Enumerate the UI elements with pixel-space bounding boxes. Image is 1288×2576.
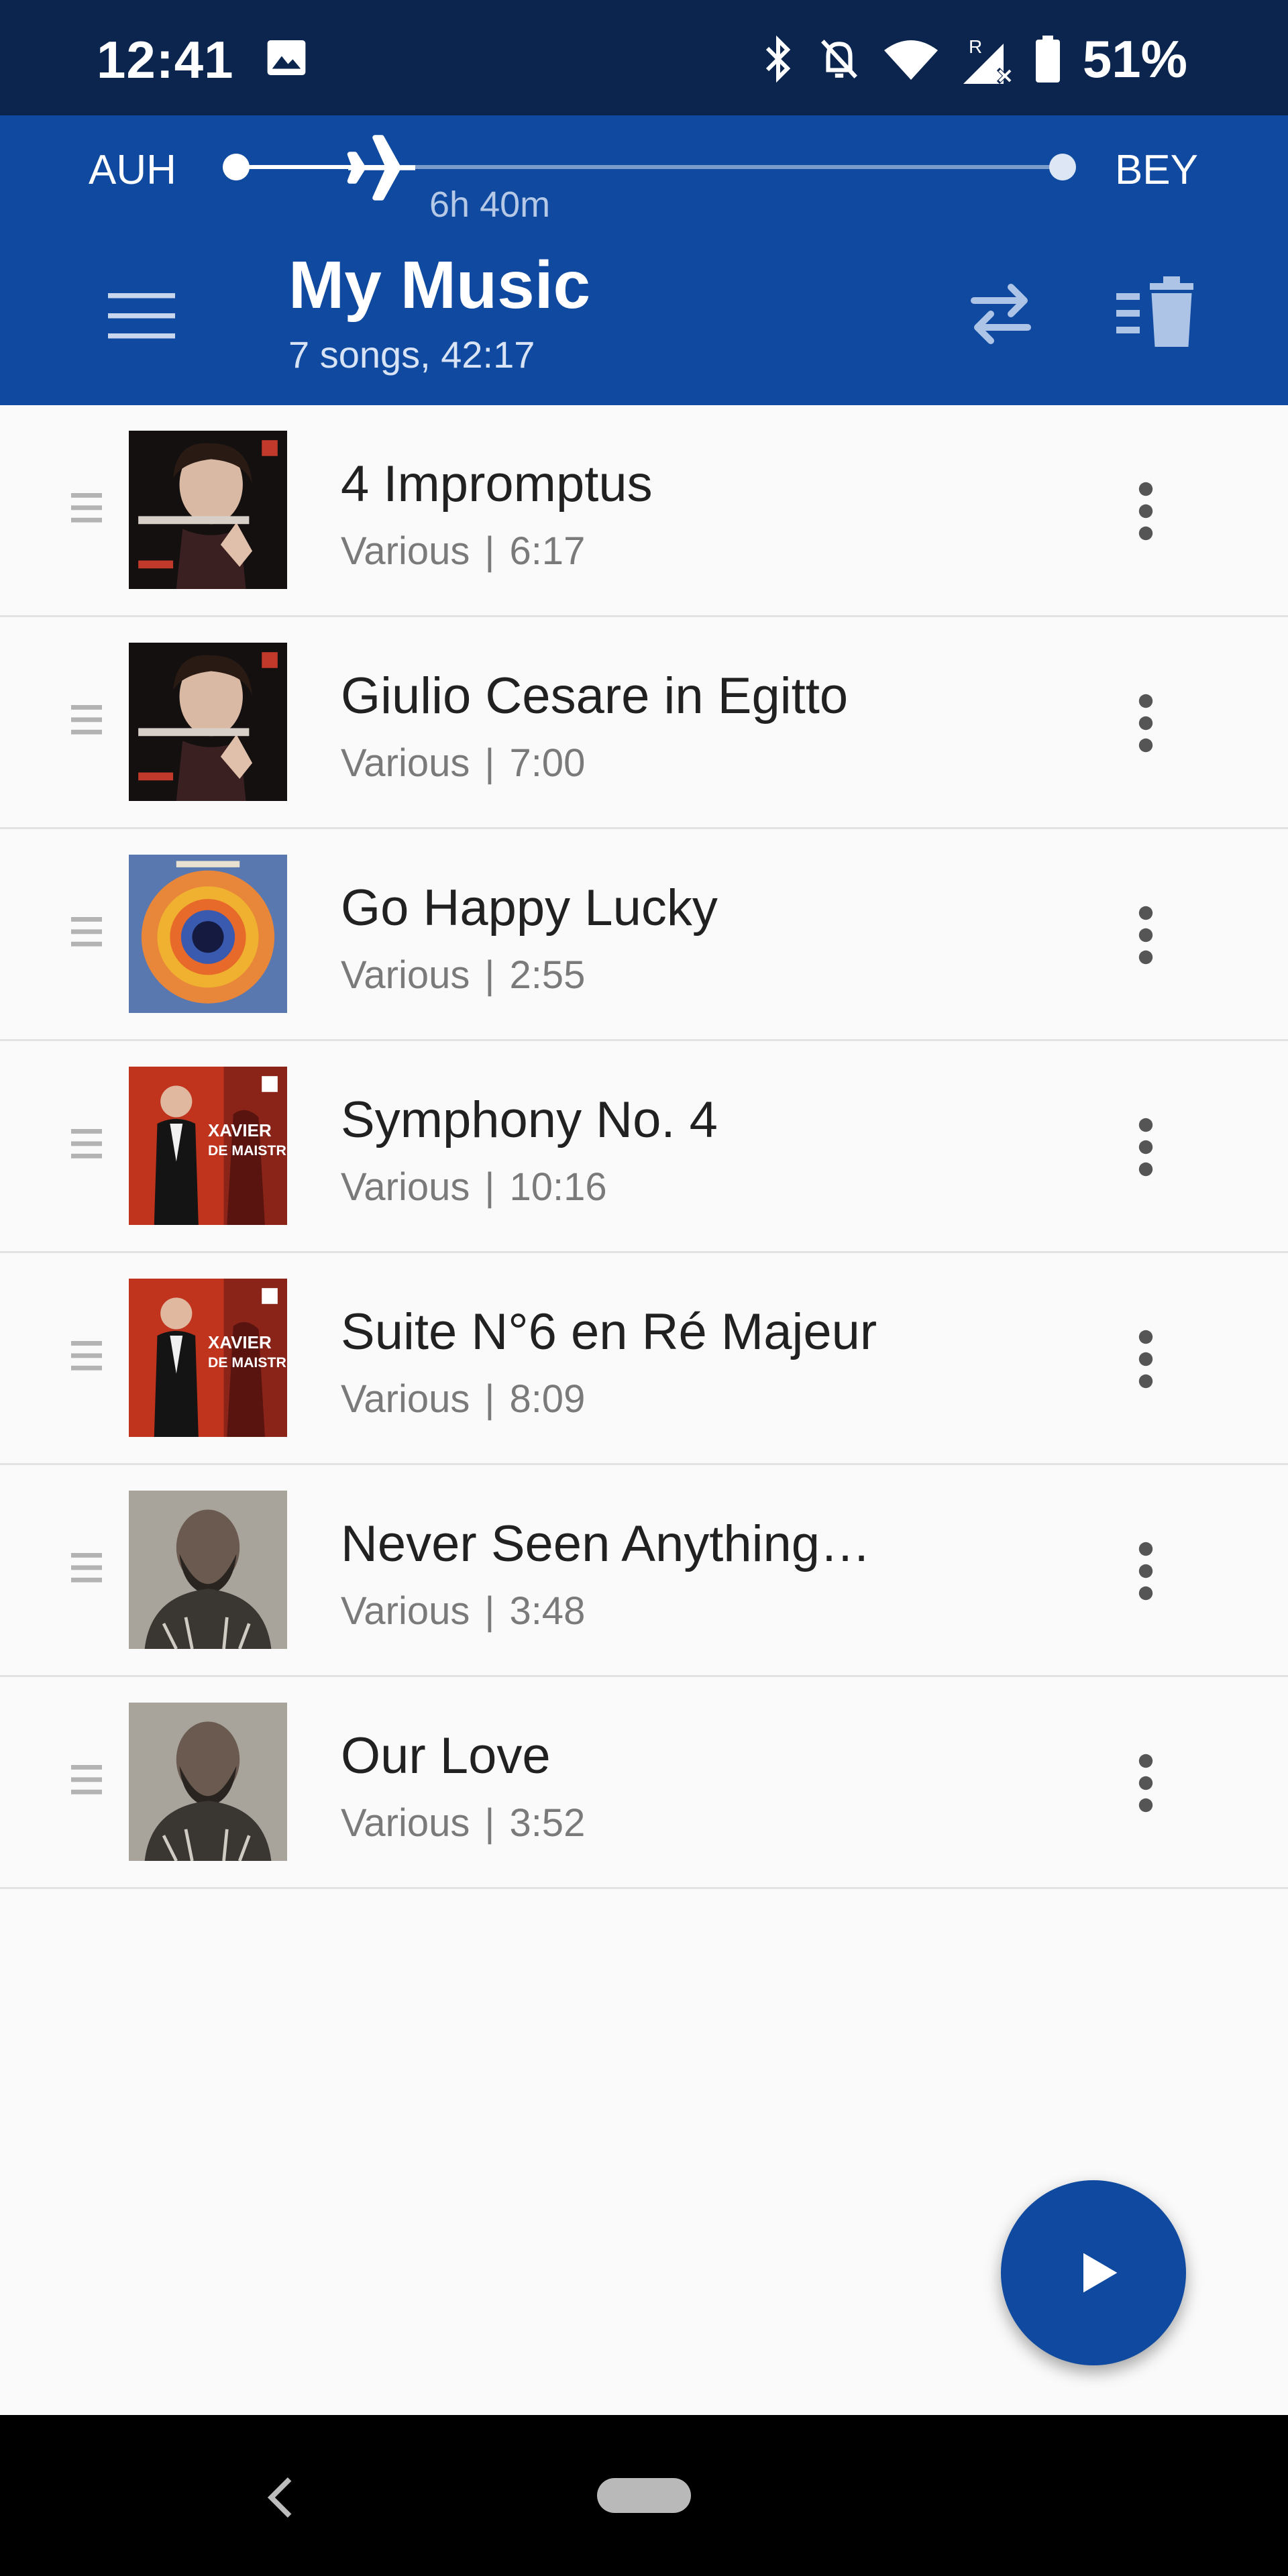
album-cover (129, 1491, 287, 1649)
bluetooth-icon (765, 36, 791, 83)
svg-text:DE MAISTRE: DE MAISTRE (208, 1142, 287, 1159)
song-meta: Various | 8:09 (341, 1377, 585, 1421)
flight-origin: AUH (89, 147, 176, 193)
page-subtitle: 7 songs, 42:17 (288, 333, 535, 376)
song-row[interactable]: Never Seen Anything… Various | 3:48 (0, 1465, 1288, 1677)
flight-duration: 6h 40m (429, 184, 551, 225)
svg-text:DE MAISTRE: DE MAISTRE (208, 1354, 287, 1371)
song-duration: 3:52 (509, 1801, 586, 1845)
album-cover (129, 855, 287, 1013)
drag-handle-icon[interactable] (71, 914, 102, 951)
more-options-icon[interactable] (1122, 1751, 1170, 1815)
album-cover: XAVIER DE MAISTRE (129, 1279, 287, 1437)
song-list: 4 Impromptus Various | 6:17 Giulio Cesare in… (0, 405, 1288, 1889)
song-meta: Various | 10:16 (341, 1165, 607, 1210)
album-cover (129, 1703, 287, 1861)
gallery-notification-icon (267, 40, 306, 75)
song-meta: Various | 3:48 (341, 1589, 585, 1633)
meta-separator: | (484, 529, 495, 573)
song-title: Suite N°6 en Ré Majeur (341, 1303, 877, 1360)
song-duration: 2:55 (509, 953, 586, 997)
battery-percentage: 51% (1082, 29, 1187, 89)
drag-handle-icon[interactable] (71, 1550, 102, 1587)
page-title: My Music (288, 248, 591, 323)
cell-signal-roaming-icon: R (963, 36, 1013, 84)
song-row[interactable]: Our Love Various | 3:52 (0, 1677, 1288, 1889)
song-artist: Various (341, 1589, 470, 1633)
song-title: 4 Impromptus (341, 455, 653, 513)
battery-icon (1035, 36, 1060, 83)
status-icons: R 51% (762, 27, 1187, 91)
song-title: Giulio Cesare in Egitto (341, 667, 849, 724)
flight-destination-dot (1049, 154, 1076, 180)
play-icon (1083, 2253, 1118, 2293)
drag-handle-icon[interactable] (71, 1126, 102, 1163)
song-duration: 6:17 (509, 529, 586, 573)
play-button[interactable] (1001, 2180, 1186, 2365)
menu-icon[interactable] (105, 283, 178, 350)
clear-playlist-icon[interactable] (1116, 276, 1203, 350)
song-artist: Various (341, 953, 470, 997)
song-artist: Various (341, 1801, 470, 1845)
flight-origin-dot (223, 154, 250, 180)
svg-text:XAVIER: XAVIER (208, 1332, 272, 1352)
song-row[interactable]: 4 Impromptus Various | 6:17 (0, 405, 1288, 617)
drag-handle-icon[interactable] (71, 702, 102, 739)
wifi-icon (883, 40, 938, 80)
system-nav-bar (0, 2415, 1288, 2576)
meta-separator: | (484, 741, 495, 785)
song-duration: 7:00 (509, 741, 586, 785)
album-cover (129, 431, 287, 589)
more-options-icon[interactable] (1122, 1115, 1170, 1179)
airplane-icon (347, 135, 415, 201)
meta-separator: | (484, 1801, 495, 1845)
song-duration: 8:09 (509, 1377, 586, 1421)
drag-handle-icon[interactable] (71, 490, 102, 527)
album-cover: XAVIER DE MAISTRE (129, 1067, 287, 1225)
app-header: AUH 6h 40m BEY My Music 7 songs, 42:17 (0, 115, 1288, 405)
song-meta: Various | 6:17 (341, 529, 585, 574)
svg-text:R: R (969, 36, 982, 57)
meta-separator: | (484, 1589, 495, 1633)
meta-separator: | (484, 1165, 495, 1209)
song-duration: 10:16 (509, 1165, 607, 1209)
drag-handle-icon[interactable] (71, 1338, 102, 1375)
song-title: Go Happy Lucky (341, 879, 718, 936)
song-meta: Various | 3:52 (341, 1801, 585, 1845)
status-time: 12:41 (97, 30, 234, 89)
svg-text:XAVIER: XAVIER (208, 1120, 272, 1140)
more-options-icon[interactable] (1122, 903, 1170, 967)
song-meta: Various | 2:55 (341, 953, 585, 998)
meta-separator: | (484, 1377, 495, 1421)
notifications-off-icon (820, 40, 857, 78)
song-meta: Various | 7:00 (341, 741, 585, 786)
swap-icon[interactable] (961, 274, 1041, 354)
flight-destination: BEY (1114, 147, 1198, 193)
album-cover (129, 643, 287, 801)
back-icon[interactable] (260, 2474, 301, 2521)
song-title: Never Seen Anything… (341, 1515, 871, 1572)
home-pill[interactable] (597, 2478, 691, 2513)
song-duration: 3:48 (509, 1589, 586, 1633)
song-row[interactable]: XAVIER DE MAISTRE Symphony No. 4 Various | 10… (0, 1041, 1288, 1253)
more-options-icon[interactable] (1122, 479, 1170, 543)
status-bar: 12:41 R 51% (0, 0, 1288, 115)
song-artist: Various (341, 1165, 470, 1209)
song-row[interactable]: XAVIER DE MAISTRE Suite N°6 en Ré Majeur Va… (0, 1253, 1288, 1465)
more-options-icon[interactable] (1122, 691, 1170, 755)
song-title: Symphony No. 4 (341, 1091, 718, 1148)
more-options-icon[interactable] (1122, 1327, 1170, 1391)
song-artist: Various (341, 741, 470, 785)
song-artist: Various (341, 1377, 470, 1421)
meta-separator: | (484, 953, 495, 997)
song-row[interactable]: Go Happy Lucky Various | 2:55 (0, 829, 1288, 1041)
song-title: Our Love (341, 1727, 551, 1784)
song-artist: Various (341, 529, 470, 573)
drag-handle-icon[interactable] (71, 1762, 102, 1799)
more-options-icon[interactable] (1122, 1539, 1170, 1603)
song-row[interactable]: Giulio Cesare in Egitto Various | 7:00 (0, 617, 1288, 829)
